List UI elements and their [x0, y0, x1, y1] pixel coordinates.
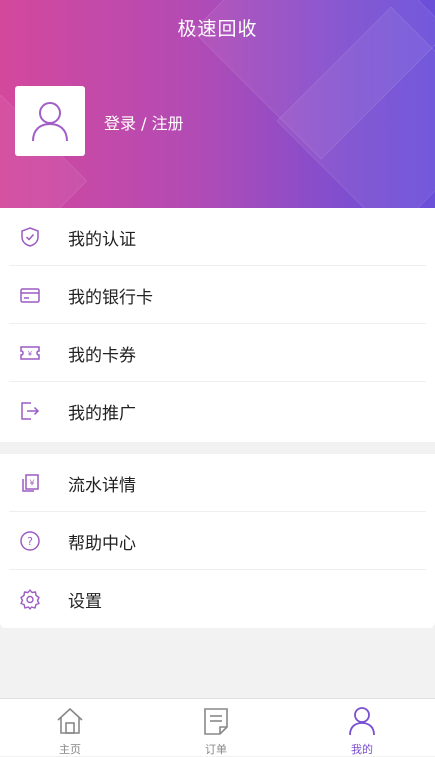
menu-item-help[interactable]: ? 帮助中心: [0, 512, 435, 570]
bank-card-icon: [20, 288, 40, 303]
menu-item-label: 我的推广: [68, 403, 136, 424]
bill-icon: ¥: [22, 474, 39, 492]
coupon-icon: ¥: [20, 346, 40, 360]
svg-text:?: ?: [27, 535, 33, 548]
menu-group-account: 我的认证 我的银行卡 ¥ 我的卡券 我的推广: [0, 208, 435, 442]
profile-header: 极速回收 登录 / 注册: [0, 0, 435, 208]
share-arrow-icon: [21, 402, 40, 420]
menu-group-misc: ¥ 流水详情 ? 帮助中心 设置: [0, 454, 435, 628]
svg-text:¥: ¥: [29, 479, 34, 488]
user-icon: [349, 707, 375, 736]
menu-item-label: 帮助中心: [68, 533, 136, 554]
menu-item-transactions[interactable]: ¥ 流水详情: [0, 454, 435, 512]
svg-text:¥: ¥: [28, 350, 33, 358]
menu-item-label: 我的卡券: [68, 345, 136, 366]
menu-item-label: 设置: [68, 591, 102, 612]
avatar[interactable]: [15, 86, 85, 156]
help-icon: ?: [20, 531, 40, 551]
menu-item-label: 我的认证: [68, 229, 136, 250]
bottom-tab-bar: 主页 订单 我的: [0, 698, 435, 756]
login-register-link[interactable]: 登录 / 注册: [104, 110, 184, 134]
tab-orders[interactable]: 订单: [166, 699, 266, 756]
gear-icon: [20, 589, 40, 610]
shield-check-icon: [21, 227, 39, 247]
menu-item-label: 流水详情: [68, 475, 136, 496]
menu-item-coupons[interactable]: ¥ 我的卡券: [0, 324, 435, 382]
tab-home[interactable]: 主页: [20, 699, 120, 756]
menu-item-certification[interactable]: 我的认证: [0, 208, 435, 266]
page-title: 极速回收: [177, 18, 258, 40]
order-icon: [204, 708, 228, 735]
menu-item-bank-card[interactable]: 我的银行卡: [0, 266, 435, 324]
menu-item-label: 我的银行卡: [68, 287, 153, 308]
menu-item-settings[interactable]: 设置: [0, 570, 435, 628]
menu-item-promotion[interactable]: 我的推广: [0, 382, 435, 440]
home-icon: [57, 707, 83, 734]
user-icon: [32, 102, 68, 142]
tab-mine[interactable]: 我的: [312, 699, 412, 756]
